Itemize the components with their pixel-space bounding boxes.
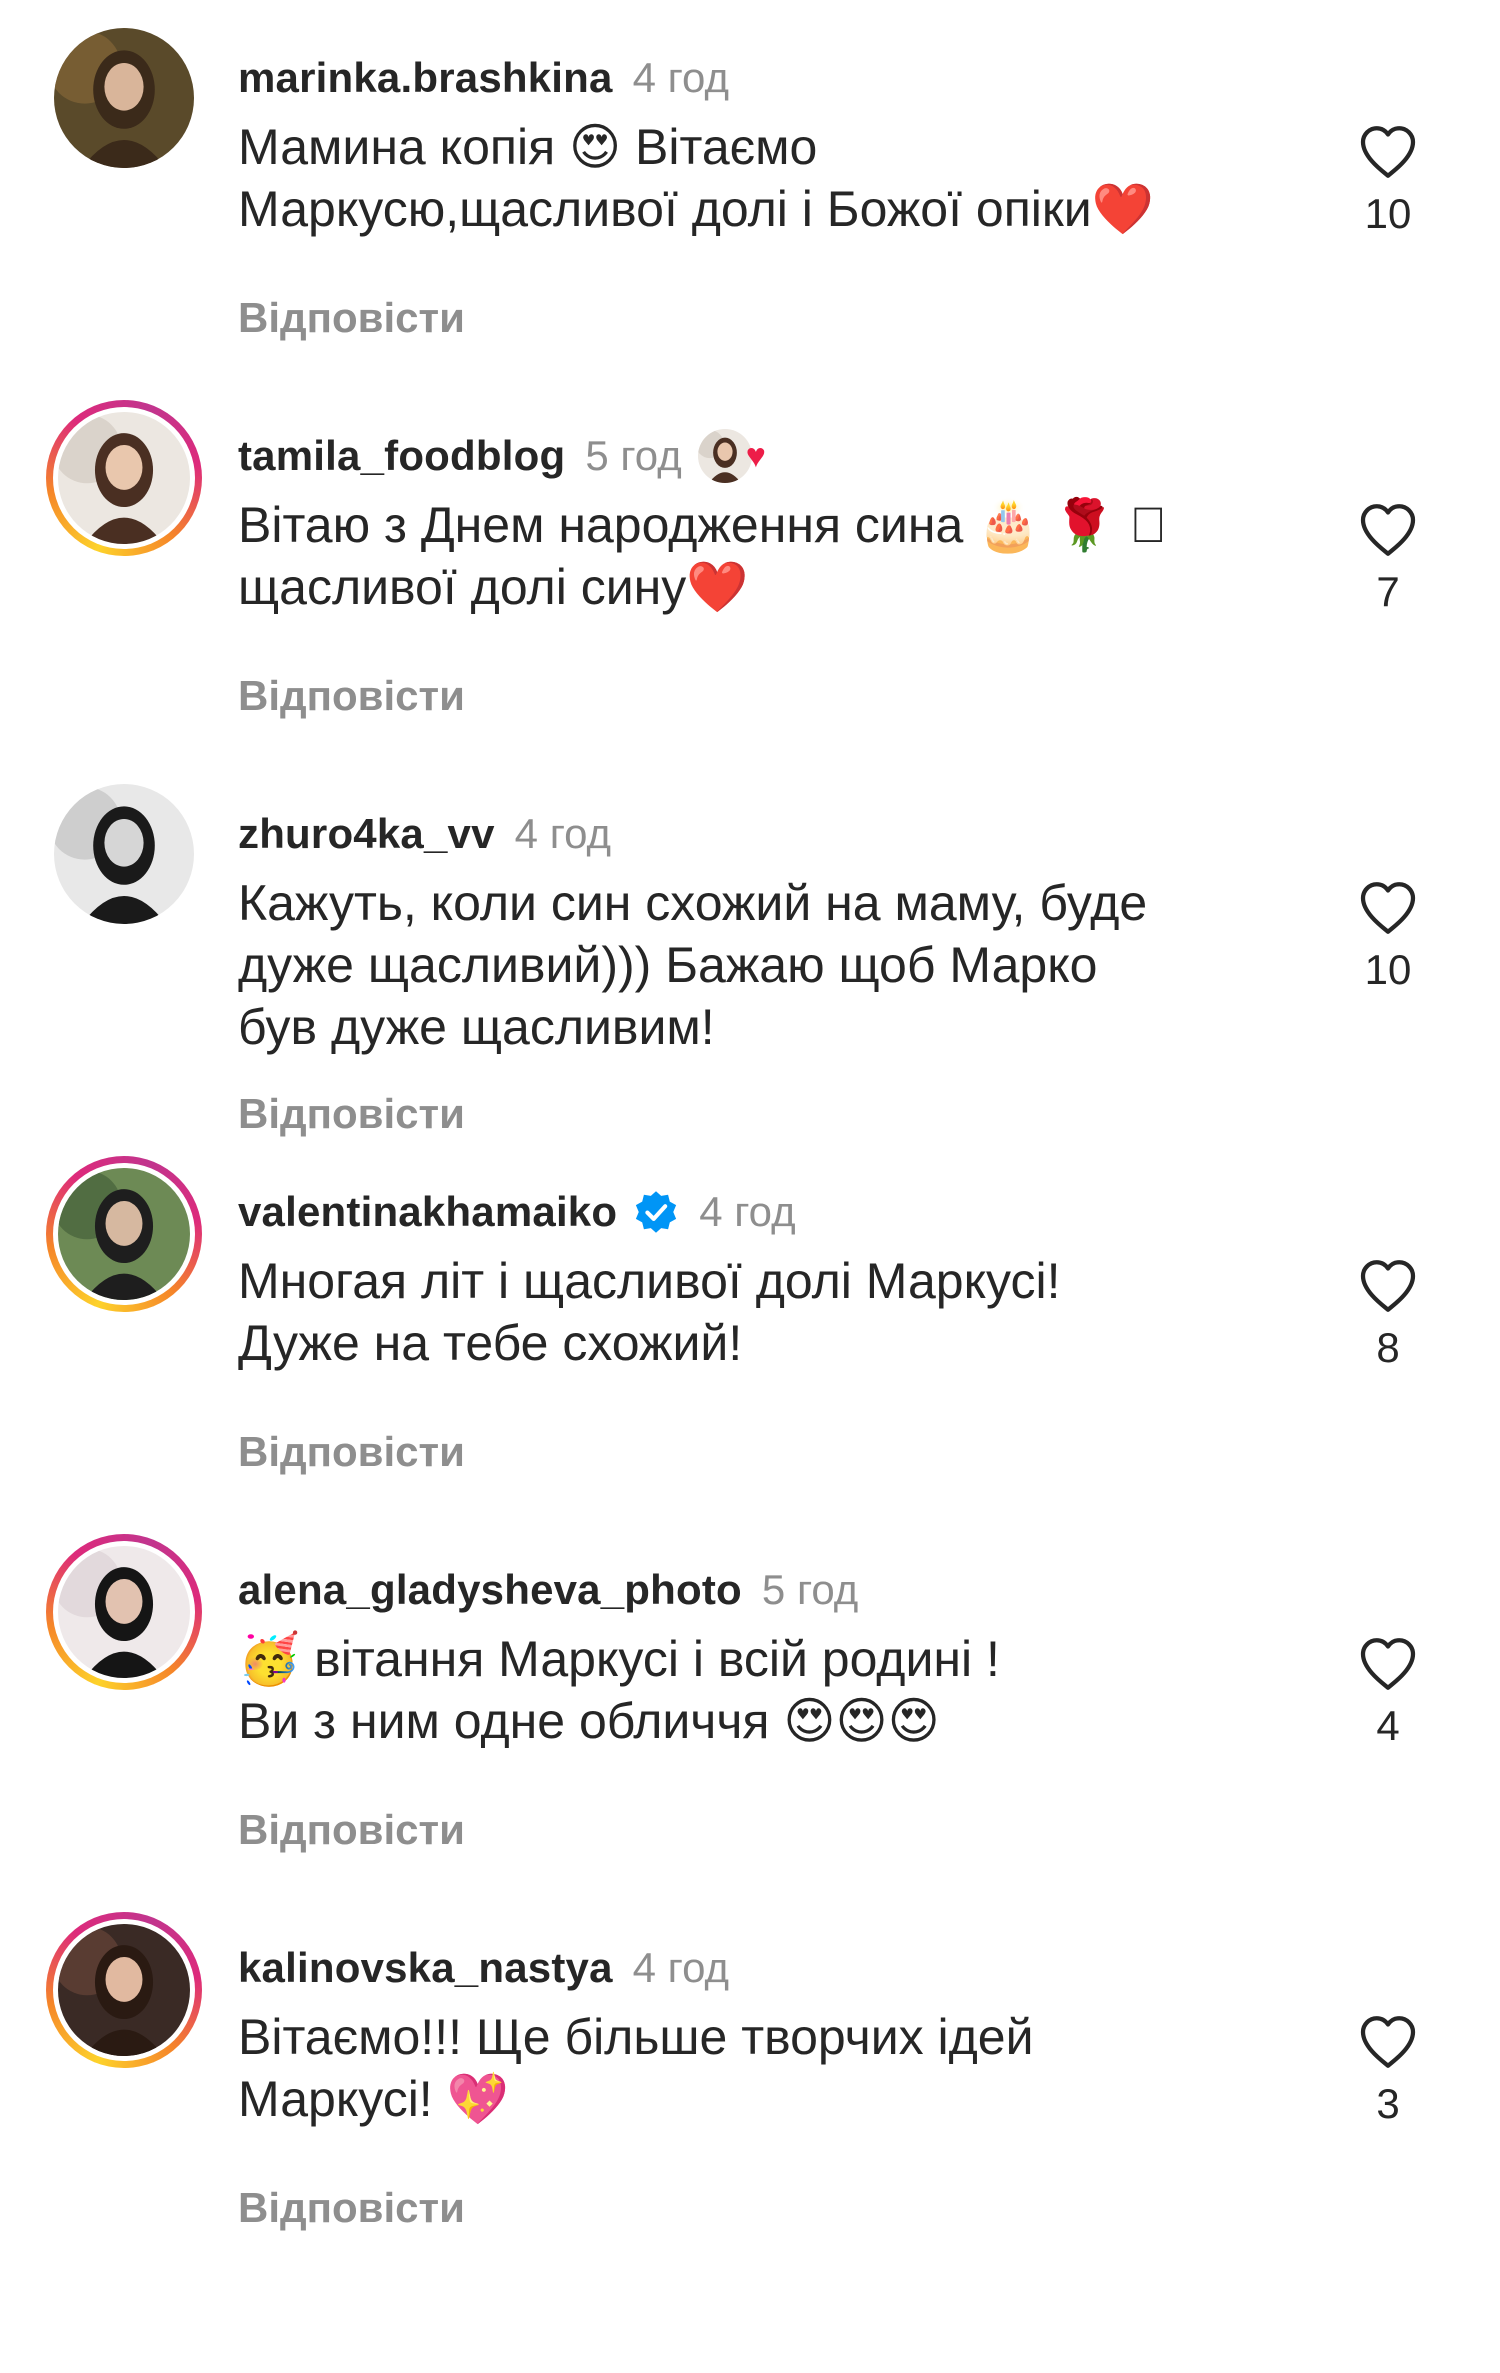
comment-item: tamila_foodblog 5 год ♥ Вітаю з Днем народж… [0, 384, 1500, 762]
like-heart-icon[interactable] [1358, 880, 1418, 936]
like-count: 10 [1364, 190, 1412, 237]
like-count: 7 [1376, 568, 1400, 615]
comment-text-line: 🥳 вітання Маркусі і всій родині ! [238, 1631, 1000, 1687]
like-area: 8 [1338, 1258, 1438, 1372]
comment-text: Кажуть, коли син схожий на маму, буде дуж… [238, 872, 1308, 1058]
avatar[interactable] [58, 1546, 190, 1678]
avatar-frame[interactable] [54, 784, 194, 924]
author-avatar-icon [697, 429, 752, 483]
comment-text-line: був дуже щасливим! [238, 999, 715, 1055]
story-ring[interactable] [46, 400, 202, 556]
comment-text-line: Вітаю з Днем народження сина 🎂 🌹 ⃞ [238, 497, 1167, 553]
username-link[interactable]: marinka.brashkina [238, 54, 613, 102]
verified-badge-icon [633, 1189, 679, 1235]
comment-text-line: Мамина копія 😍 Вітаємо [238, 119, 818, 175]
reply-button[interactable]: Відповісти [238, 1090, 465, 1138]
like-count: 4 [1376, 1702, 1400, 1749]
comment-time: 4 год [632, 1944, 730, 1991]
comment-time: 5 год [585, 432, 682, 479]
story-ring[interactable] [46, 1912, 202, 2068]
heart-icon: ♥ [745, 437, 766, 475]
like-heart-icon[interactable] [1358, 124, 1418, 180]
reply-button[interactable]: Відповісти [238, 294, 465, 342]
comment-text-line: Вітаємо!!! Ще більше творчих ідей [238, 2009, 1034, 2065]
comment-item: valentinakhamaiko 4 год Многая літ і щасли… [0, 1140, 1500, 1518]
like-count: 10 [1364, 946, 1412, 993]
comment-header: alena_gladysheva_photo 5 год [238, 1564, 858, 1616]
username-link[interactable]: alena_gladysheva_photo [238, 1566, 742, 1614]
comment-text: Вітаємо!!! Ще більше творчих ідей Маркусі… [238, 2006, 1308, 2130]
avatar[interactable] [58, 412, 190, 544]
reply-button[interactable]: Відповісти [238, 672, 465, 720]
comment-time: 4 год [699, 1188, 796, 1235]
comment-text: Вітаю з Днем народження сина 🎂 🌹 ⃞ щаслив… [238, 494, 1308, 618]
like-heart-icon[interactable] [1358, 1258, 1418, 1314]
username-link[interactable]: kalinovska_nastya [238, 1944, 613, 1992]
avatar[interactable] [58, 1924, 190, 2056]
like-area: 7 [1338, 502, 1438, 616]
reply-button[interactable]: Відповісти [238, 1428, 465, 1476]
like-area: 3 [1338, 2014, 1438, 2128]
like-heart-icon[interactable] [1358, 502, 1418, 558]
avatar[interactable] [54, 784, 194, 924]
comment-text-line: Маркусі! 💖 [238, 2071, 509, 2127]
comment-item: marinka.brashkina 4 год Мамина копія 😍 Віт… [0, 6, 1500, 384]
username-link[interactable]: tamila_foodblog [238, 432, 565, 480]
avatar[interactable] [54, 28, 194, 168]
reply-button[interactable]: Відповісти [238, 1806, 465, 1854]
reply-button[interactable]: Відповісти [238, 2184, 465, 2232]
comment-text-line: Ви з ним одне обличчя 😍😍😍 [238, 1693, 940, 1749]
like-count: 8 [1376, 1324, 1400, 1371]
like-count: 3 [1376, 2080, 1400, 2127]
comment-time: 4 год [514, 810, 612, 857]
comment-text: 🥳 вітання Маркусі і всій родині ! Ви з ни… [238, 1628, 1308, 1752]
story-ring[interactable] [46, 1534, 202, 1690]
comment-text-line: Многая літ і щасливої долі Маркусі! [238, 1253, 1061, 1309]
comment-item: alena_gladysheva_photo 5 год 🥳 вітання Мар… [0, 1518, 1500, 1896]
like-area: 4 [1338, 1636, 1438, 1750]
comment-text-line: дуже щасливий))) Бажаю щоб Марко [238, 937, 1098, 993]
comment-text-line: Кажуть, коли син схожий на маму, буде [238, 875, 1148, 931]
comment-text: Многая літ і щасливої долі Маркусі! Дуже … [238, 1250, 1308, 1374]
like-area: 10 [1338, 880, 1438, 994]
comment-item: zhuro4ka_vv 4 год Кажуть, коли син схожий … [0, 762, 1500, 1140]
comment-text-line: щасливої долі сину❤️ [238, 559, 749, 615]
comment-header: marinka.brashkina 4 год [238, 52, 729, 104]
comment-header: kalinovska_nastya 4 год [238, 1942, 729, 1994]
like-area: 10 [1338, 124, 1438, 238]
username-link[interactable]: valentinakhamaiko [238, 1188, 617, 1236]
comment-text: Мамина копія 😍 Вітаємо Маркусю,щасливої д… [238, 116, 1308, 240]
username-link[interactable]: zhuro4ka_vv [238, 810, 495, 858]
like-heart-icon[interactable] [1358, 2014, 1418, 2070]
comment-text-line: Дуже на тебе схожий! [238, 1315, 743, 1371]
comment-header: tamila_foodblog 5 год ♥ [238, 429, 766, 483]
author-liked-indicator: ♥ [697, 429, 766, 483]
like-heart-icon[interactable] [1358, 1636, 1418, 1692]
comment-item: kalinovska_nastya 4 год Вітаємо!!! Ще біль… [0, 1896, 1500, 2274]
comment-time: 4 год [632, 54, 729, 101]
comment-header: valentinakhamaiko 4 год [238, 1186, 796, 1238]
comment-header: zhuro4ka_vv 4 год [238, 808, 611, 860]
comment-time: 5 год [761, 1566, 859, 1613]
comment-text-line: Маркусю,щасливої долі і Божої опіки❤️ [238, 181, 1154, 237]
avatar[interactable] [58, 1168, 190, 1300]
avatar-frame[interactable] [54, 28, 194, 168]
story-ring[interactable] [46, 1156, 202, 1312]
